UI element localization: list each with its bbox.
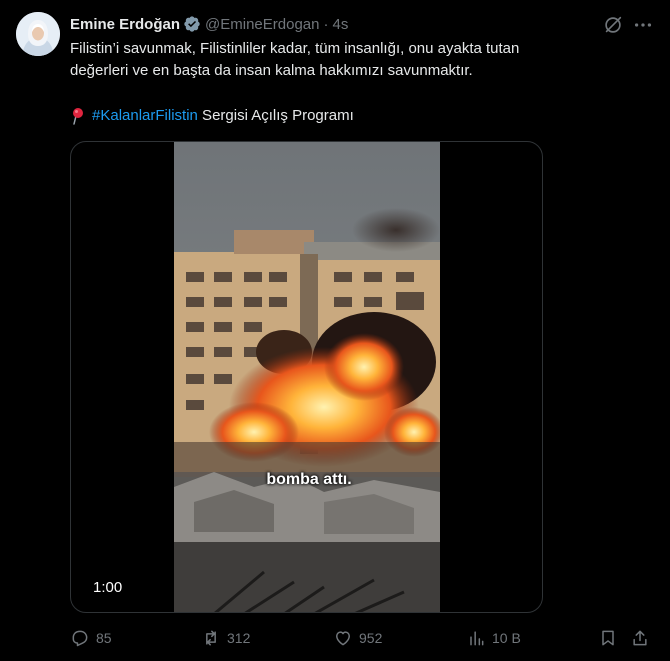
timestamp[interactable]: 4s bbox=[333, 16, 349, 33]
video-thumbnail bbox=[174, 142, 440, 612]
hashtag-link[interactable]: #KalanlarFilistin bbox=[92, 105, 198, 127]
author-name[interactable]: Emine Erdoğan bbox=[70, 16, 180, 33]
tweet[interactable]: Emine Erdoğan @EmineErdogan · 4s Filisti… bbox=[0, 0, 670, 661]
video-duration: 1:00 bbox=[93, 579, 123, 596]
reply-button[interactable]: 85 bbox=[70, 625, 112, 651]
share-icon bbox=[633, 630, 647, 646]
views-count: 10 B bbox=[492, 630, 521, 646]
tweet-text-line-2: değerleri ve en başta da insan kalma hak… bbox=[70, 62, 473, 79]
avatar-image bbox=[16, 12, 60, 56]
like-icon bbox=[336, 631, 350, 646]
verified-badge-icon bbox=[183, 15, 201, 33]
bookmark-icon bbox=[602, 630, 614, 646]
tweet-text-line-3: #KalanlarFilistin Sergisi Açılış Program… bbox=[70, 105, 354, 127]
more-icon[interactable] bbox=[632, 14, 654, 36]
author-handle[interactable]: @EmineErdogan bbox=[205, 16, 319, 33]
video-caption: bomba attı. bbox=[266, 471, 352, 488]
reply-count: 85 bbox=[96, 630, 112, 646]
bookmark-button[interactable] bbox=[598, 625, 624, 651]
action-bar: 85 312 952 10 B bbox=[70, 625, 660, 651]
tweet-text-line-1: Filistin’i savunmak, Filistinliler kadar… bbox=[70, 40, 520, 57]
video-player[interactable]: bomba attı. 1:00 bbox=[70, 141, 543, 613]
share-button[interactable] bbox=[630, 625, 656, 651]
tweet-text-line-3-rest: Sergisi Açılış Programı bbox=[197, 107, 354, 124]
like-count: 952 bbox=[359, 630, 383, 646]
views-button[interactable]: 10 B bbox=[466, 625, 521, 651]
round-pushpin-icon bbox=[70, 107, 86, 125]
video-frame[interactable] bbox=[174, 142, 440, 612]
reply-icon bbox=[72, 630, 88, 647]
views-icon bbox=[470, 631, 484, 646]
like-button[interactable]: 952 bbox=[333, 625, 382, 651]
avatar[interactable] bbox=[16, 12, 60, 56]
tweet-header: Emine Erdoğan @EmineErdogan · 4s bbox=[70, 13, 348, 35]
tweet-text: Filistin’i savunmak, Filistinliler kadar… bbox=[70, 38, 650, 82]
separator-dot: · bbox=[323, 15, 329, 33]
repost-count: 312 bbox=[227, 630, 251, 646]
repost-icon bbox=[206, 630, 216, 646]
repost-button[interactable]: 312 bbox=[201, 625, 250, 651]
grok-icon[interactable] bbox=[602, 14, 624, 36]
